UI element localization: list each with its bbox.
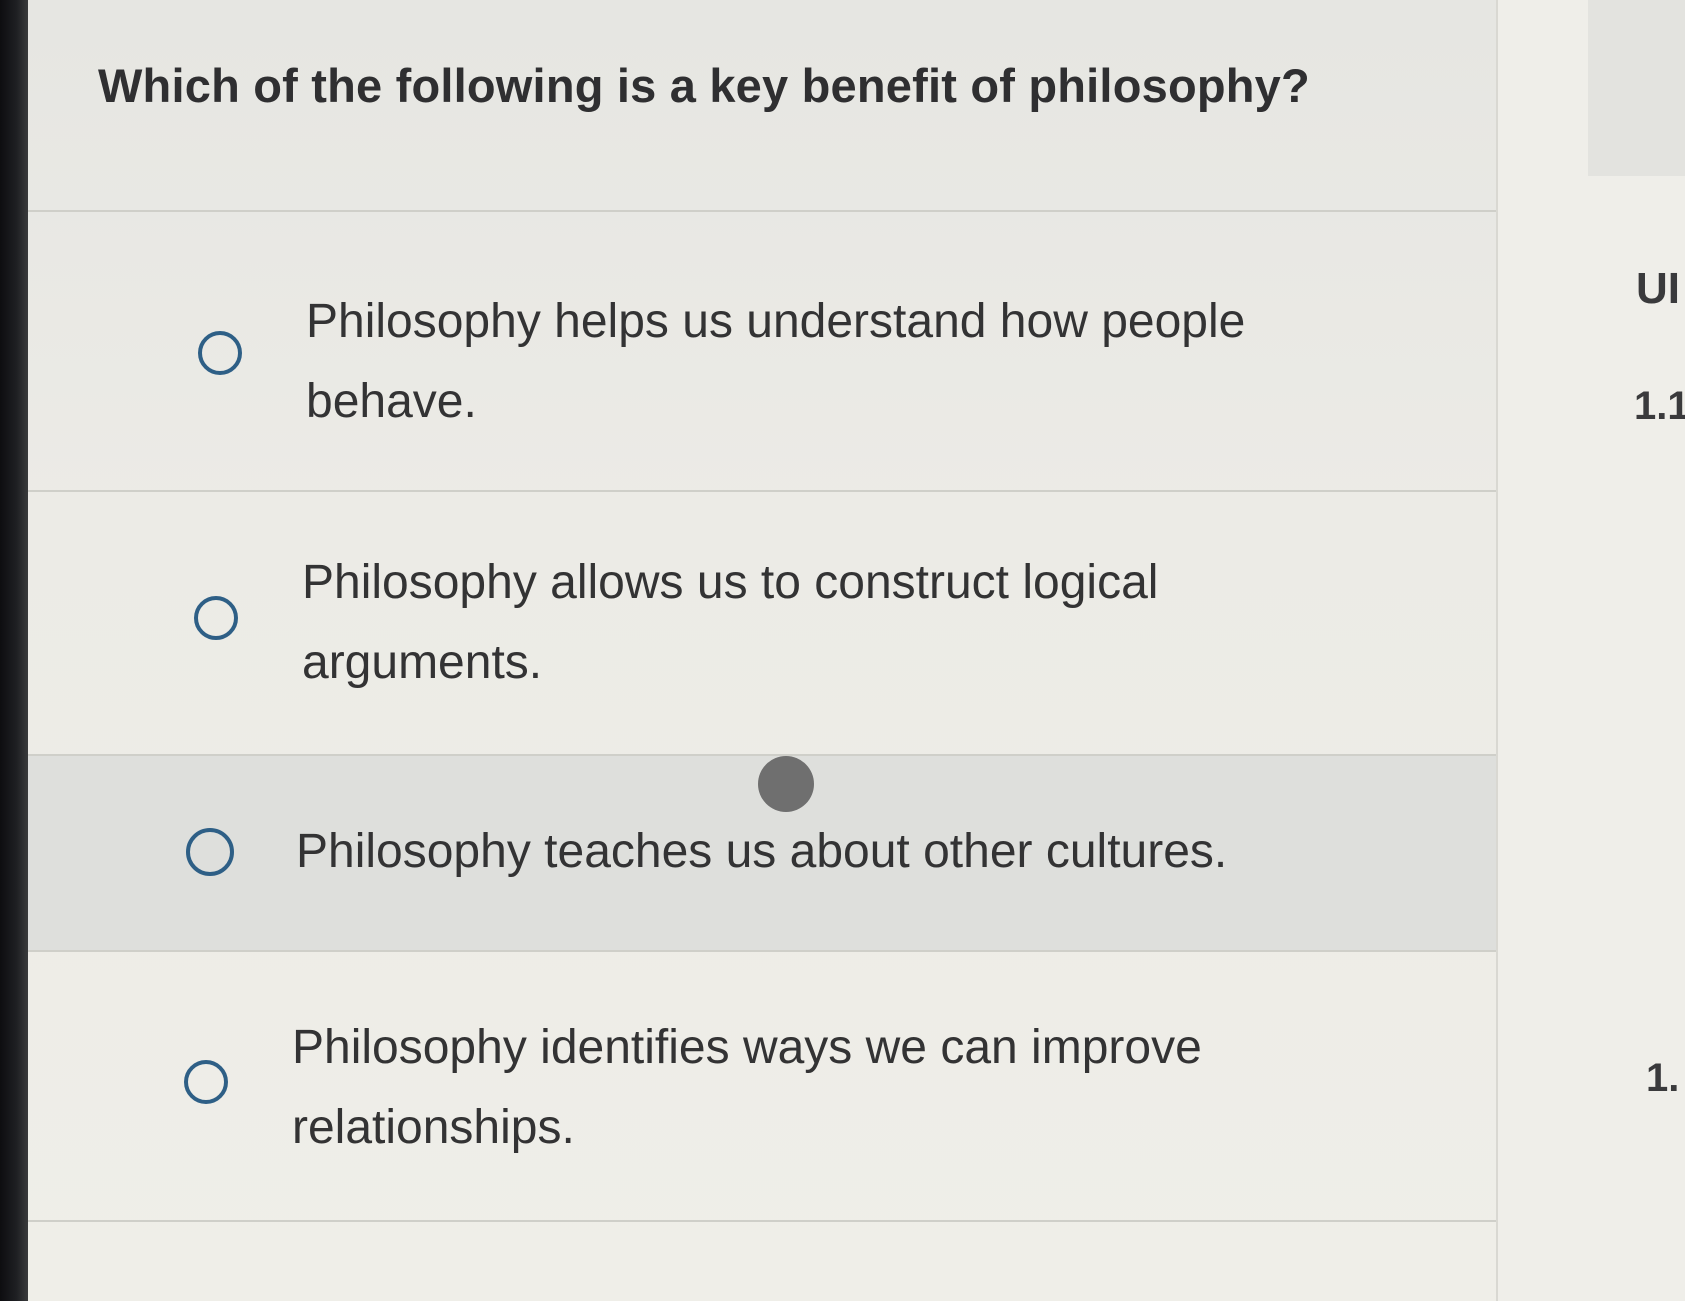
option-3-line-1: Philosophy teaches us about other cultur…: [296, 825, 1228, 878]
divider: [28, 1220, 1496, 1222]
option-3-text: Philosophy teaches us about other cultur…: [296, 812, 1346, 892]
option-1-text: Philosophy helps us understand how peopl…: [306, 282, 1356, 442]
option-4-text: Philosophy identifies ways we can improv…: [292, 1008, 1342, 1168]
screen-bezel: [0, 0, 28, 1301]
answer-option-1[interactable]: Philosophy helps us understand how peopl…: [28, 212, 1496, 490]
side-panel-item-2[interactable]: 1.: [1646, 1056, 1679, 1101]
option-1-line-2: behave.: [306, 375, 477, 428]
option-2-text: Philosophy allows us to construct logica…: [302, 543, 1352, 703]
side-panel-heading: UI: [1636, 264, 1680, 313]
question-panel: Which of the following is a key benefit …: [28, 0, 1496, 1301]
option-1-line-1: Philosophy helps us understand how peopl…: [306, 295, 1246, 348]
side-panel-item-1[interactable]: 1.1: [1634, 384, 1685, 429]
touch-cursor-icon: [758, 756, 814, 812]
question-text: Which of the following is a key benefit …: [98, 59, 1310, 112]
radio-button-option-1[interactable]: [198, 331, 242, 375]
side-panel-card: [1588, 0, 1685, 176]
radio-button-option-2[interactable]: [194, 596, 238, 640]
answer-option-2[interactable]: Philosophy allows us to construct logica…: [28, 492, 1496, 754]
option-2-line-1: Philosophy allows us to construct logica…: [302, 556, 1159, 609]
option-2-line-2: arguments.: [302, 636, 543, 689]
answer-option-3[interactable]: Philosophy teaches us about other cultur…: [28, 756, 1496, 950]
side-panel: UI 1.1 1.: [1496, 0, 1685, 1301]
radio-button-option-3[interactable]: [186, 828, 234, 876]
radio-button-option-4[interactable]: [184, 1060, 228, 1104]
answer-option-4[interactable]: Philosophy identifies ways we can improv…: [28, 952, 1496, 1220]
option-4-line-2: relationships.: [292, 1101, 575, 1154]
option-4-line-1: Philosophy identifies ways we can improv…: [292, 1021, 1202, 1074]
